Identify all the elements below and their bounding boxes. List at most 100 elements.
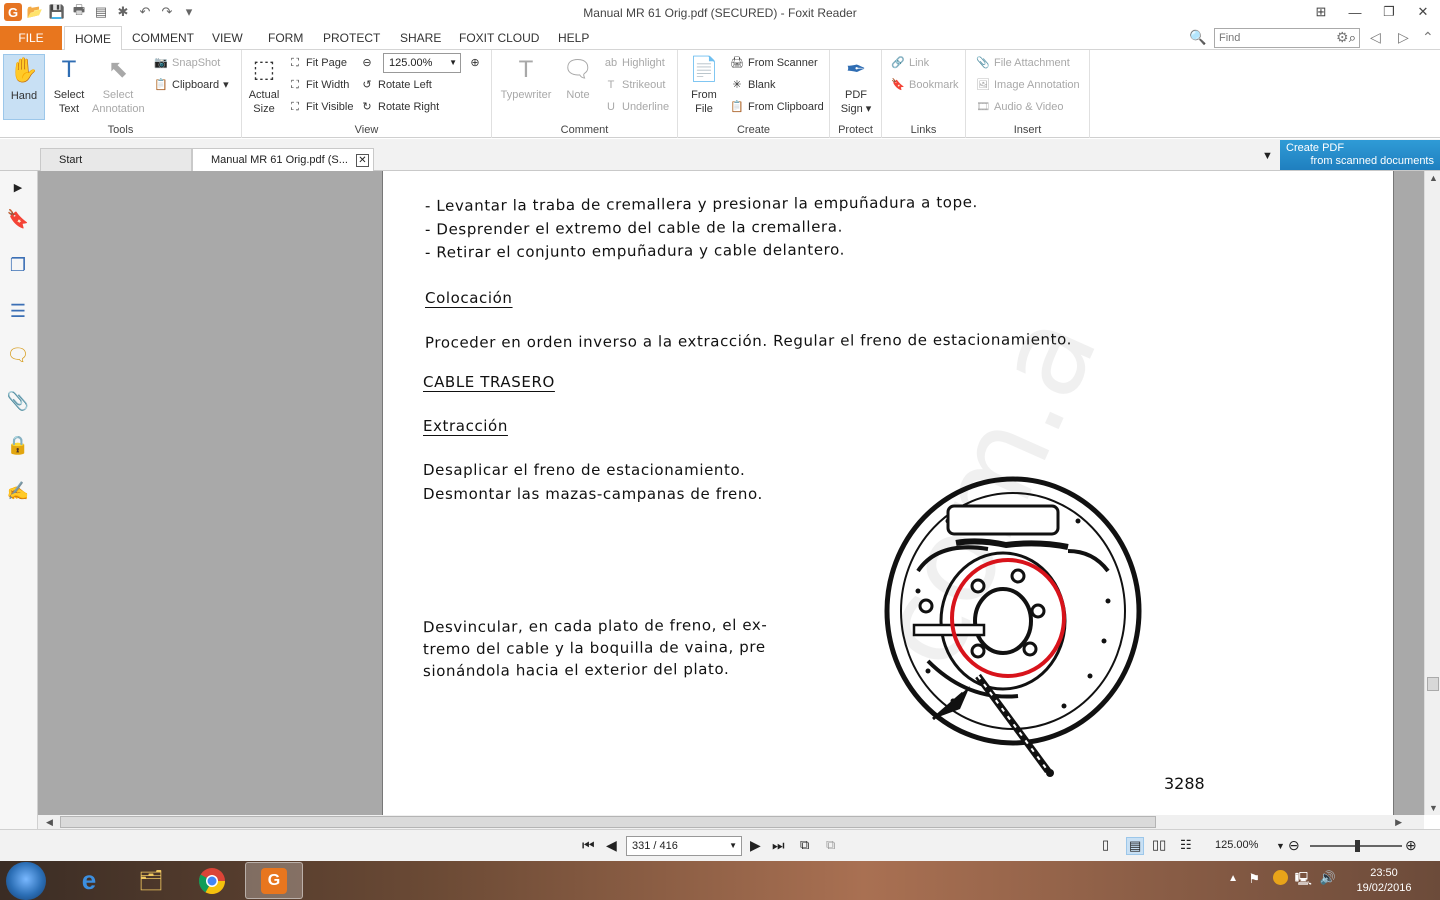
- zoom-in-button[interactable]: ⊕: [468, 53, 482, 73]
- next-result-icon[interactable]: ▷: [1398, 29, 1409, 46]
- underline-button[interactable]: U Underline: [604, 97, 669, 117]
- scroll-down-icon[interactable]: ▼: [1429, 803, 1438, 813]
- document-viewport[interactable]: com.a - Levantar la traba de cremallera …: [38, 171, 1424, 815]
- security-lock-icon[interactable]: 🔒: [6, 433, 30, 457]
- tab-list-icon[interactable]: ▼: [1262, 150, 1273, 162]
- blank-button[interactable]: ✳ Blank: [730, 75, 775, 95]
- customize-qat-icon[interactable]: ▾: [180, 3, 198, 21]
- redo-icon[interactable]: ↷: [158, 3, 176, 21]
- scroll-up-icon[interactable]: ▲: [1429, 173, 1438, 183]
- bookmarks-icon[interactable]: 🔖: [6, 207, 30, 231]
- select-annotation-button[interactable]: ⬉ Select Annotation: [92, 54, 145, 116]
- next-view-icon[interactable]: ⧉: [826, 837, 835, 853]
- properties-icon[interactable]: ▤: [92, 3, 110, 21]
- actual-size-button[interactable]: ⬚ Actual Size: [242, 54, 286, 116]
- zoom-in-icon[interactable]: ⊕: [1405, 837, 1417, 854]
- start-button[interactable]: [6, 862, 46, 900]
- audio-video-button[interactable]: 🎞 Audio & Video: [976, 97, 1064, 117]
- from-file-button[interactable]: 📄 From File: [682, 54, 726, 116]
- file-explorer-icon[interactable]: 🗂: [122, 862, 180, 899]
- zoom-out-button[interactable]: ⊖: [360, 53, 374, 73]
- collapse-ribbon-icon[interactable]: ⌃: [1422, 29, 1434, 46]
- open-icon[interactable]: 📂: [26, 3, 44, 21]
- fit-width-button[interactable]: ⛶ Fit Width: [288, 75, 349, 95]
- chrome-icon[interactable]: [183, 862, 241, 899]
- file-attachment-button[interactable]: 📎 File Attachment: [976, 53, 1070, 73]
- fit-page-button[interactable]: ⛶ Fit Page: [288, 53, 347, 73]
- volume-icon[interactable]: 🔊: [1320, 870, 1336, 886]
- page-number-input[interactable]: 331 / 416 ▼: [626, 836, 742, 856]
- horizontal-scrollbar[interactable]: ◀ ▶: [38, 815, 1424, 829]
- tab-comment[interactable]: COMMENT: [122, 26, 204, 50]
- signatures-icon[interactable]: ✍: [6, 479, 30, 503]
- typewriter-button[interactable]: T Typewriter: [498, 54, 554, 102]
- tab-file[interactable]: FILE: [0, 26, 62, 50]
- tab-start[interactable]: Start: [40, 148, 192, 171]
- network-icon[interactable]: 🖳: [1295, 870, 1312, 892]
- scroll-left-icon[interactable]: ◀: [46, 817, 53, 828]
- zoom-level[interactable]: 125.00%: [1215, 839, 1258, 851]
- save-icon[interactable]: 💾: [48, 3, 66, 21]
- last-page-icon[interactable]: ⏭: [772, 837, 785, 854]
- close-button[interactable]: ✕: [1406, 0, 1440, 24]
- internet-explorer-icon[interactable]: e: [60, 862, 118, 899]
- find-folder-icon[interactable]: 🔍: [1189, 29, 1206, 46]
- select-text-button[interactable]: T Select Text: [47, 54, 91, 116]
- rotate-right-button[interactable]: ↻ Rotate Right: [360, 97, 439, 117]
- rotate-left-button[interactable]: ↺ Rotate Left: [360, 75, 431, 95]
- previous-result-icon[interactable]: ◁: [1370, 29, 1381, 46]
- clock[interactable]: 23:50 19/02/2016: [1354, 866, 1414, 896]
- notification-app-icon[interactable]: [1273, 870, 1288, 885]
- hand-tool-button[interactable]: ✋ Hand: [3, 54, 45, 120]
- snapshot-button[interactable]: 📷 SnapShot: [154, 53, 220, 73]
- scroll-right-icon[interactable]: ▶: [1395, 817, 1402, 828]
- single-page-icon[interactable]: ▯: [1102, 837, 1109, 853]
- strikeout-button[interactable]: T Strikeout: [604, 75, 666, 95]
- zoom-slider[interactable]: [1310, 840, 1402, 852]
- note-button[interactable]: 🗨 Note: [556, 54, 600, 102]
- print-icon[interactable]: 🖶: [70, 2, 88, 21]
- tab-form[interactable]: FORM: [258, 26, 313, 50]
- bookmark-button[interactable]: 🔖 Bookmark: [891, 75, 958, 95]
- action-center-flag-icon[interactable]: ⚑: [1248, 871, 1260, 887]
- facing-page-icon[interactable]: ▯▯: [1152, 837, 1166, 853]
- pages-icon[interactable]: ❐: [6, 253, 30, 277]
- continuous-page-icon[interactable]: ▤: [1126, 837, 1145, 855]
- clipboard-button[interactable]: 📋 Clipboard ▾: [154, 75, 228, 95]
- attachments-icon[interactable]: 📎: [6, 389, 30, 413]
- search-icon[interactable]: ⌕: [1349, 30, 1356, 46]
- close-tab-icon[interactable]: ✕: [356, 154, 369, 167]
- expand-panel-icon[interactable]: ▶: [6, 175, 30, 199]
- comments-icon[interactable]: 🗨: [6, 343, 30, 367]
- highlight-button[interactable]: ab Highlight: [604, 53, 665, 73]
- gear-icon[interactable]: ⚙: [1336, 29, 1349, 46]
- tab-view[interactable]: VIEW: [202, 26, 253, 50]
- zoom-slider-knob[interactable]: [1355, 840, 1360, 852]
- link-button[interactable]: 🔗 Link: [891, 53, 929, 73]
- zoom-out-icon[interactable]: ⊖: [1288, 837, 1300, 854]
- tab-share[interactable]: SHARE: [390, 26, 451, 50]
- tab-protect[interactable]: PROTECT: [313, 26, 390, 50]
- ribbon-display-icon[interactable]: ⊞: [1304, 0, 1338, 24]
- fit-visible-button[interactable]: ⛶ Fit Visible: [288, 97, 353, 117]
- vertical-scroll-thumb[interactable]: [1427, 677, 1439, 691]
- from-clipboard-button[interactable]: 📋 From Clipboard: [730, 97, 824, 117]
- vertical-scrollbar[interactable]: ▲ ▼: [1424, 171, 1440, 815]
- tab-document[interactable]: Manual MR 61 Orig.pdf (S... ✕: [192, 148, 374, 172]
- tab-help[interactable]: HELP: [548, 26, 599, 50]
- from-scanner-button[interactable]: 🖨 From Scanner: [730, 53, 818, 73]
- horizontal-scroll-thumb[interactable]: [60, 816, 1156, 828]
- layers-icon[interactable]: ☰: [6, 299, 30, 323]
- first-page-icon[interactable]: ⏮: [582, 837, 595, 854]
- continuous-facing-icon[interactable]: ☷: [1180, 837, 1192, 853]
- show-hidden-icons[interactable]: ▲: [1228, 873, 1238, 884]
- undo-icon[interactable]: ↶: [136, 3, 154, 21]
- previous-view-icon[interactable]: ⧉: [800, 837, 809, 853]
- minimize-button[interactable]: —: [1338, 0, 1372, 24]
- new-document-icon[interactable]: ✱: [114, 3, 132, 21]
- create-pdf-banner[interactable]: Create PDF from scanned documents: [1280, 140, 1440, 170]
- foxit-logo-icon[interactable]: G: [4, 3, 22, 21]
- tab-foxit-cloud[interactable]: FOXIT CLOUD: [449, 26, 549, 50]
- restore-button[interactable]: ❐: [1372, 0, 1406, 24]
- tab-home[interactable]: HOME: [64, 26, 122, 51]
